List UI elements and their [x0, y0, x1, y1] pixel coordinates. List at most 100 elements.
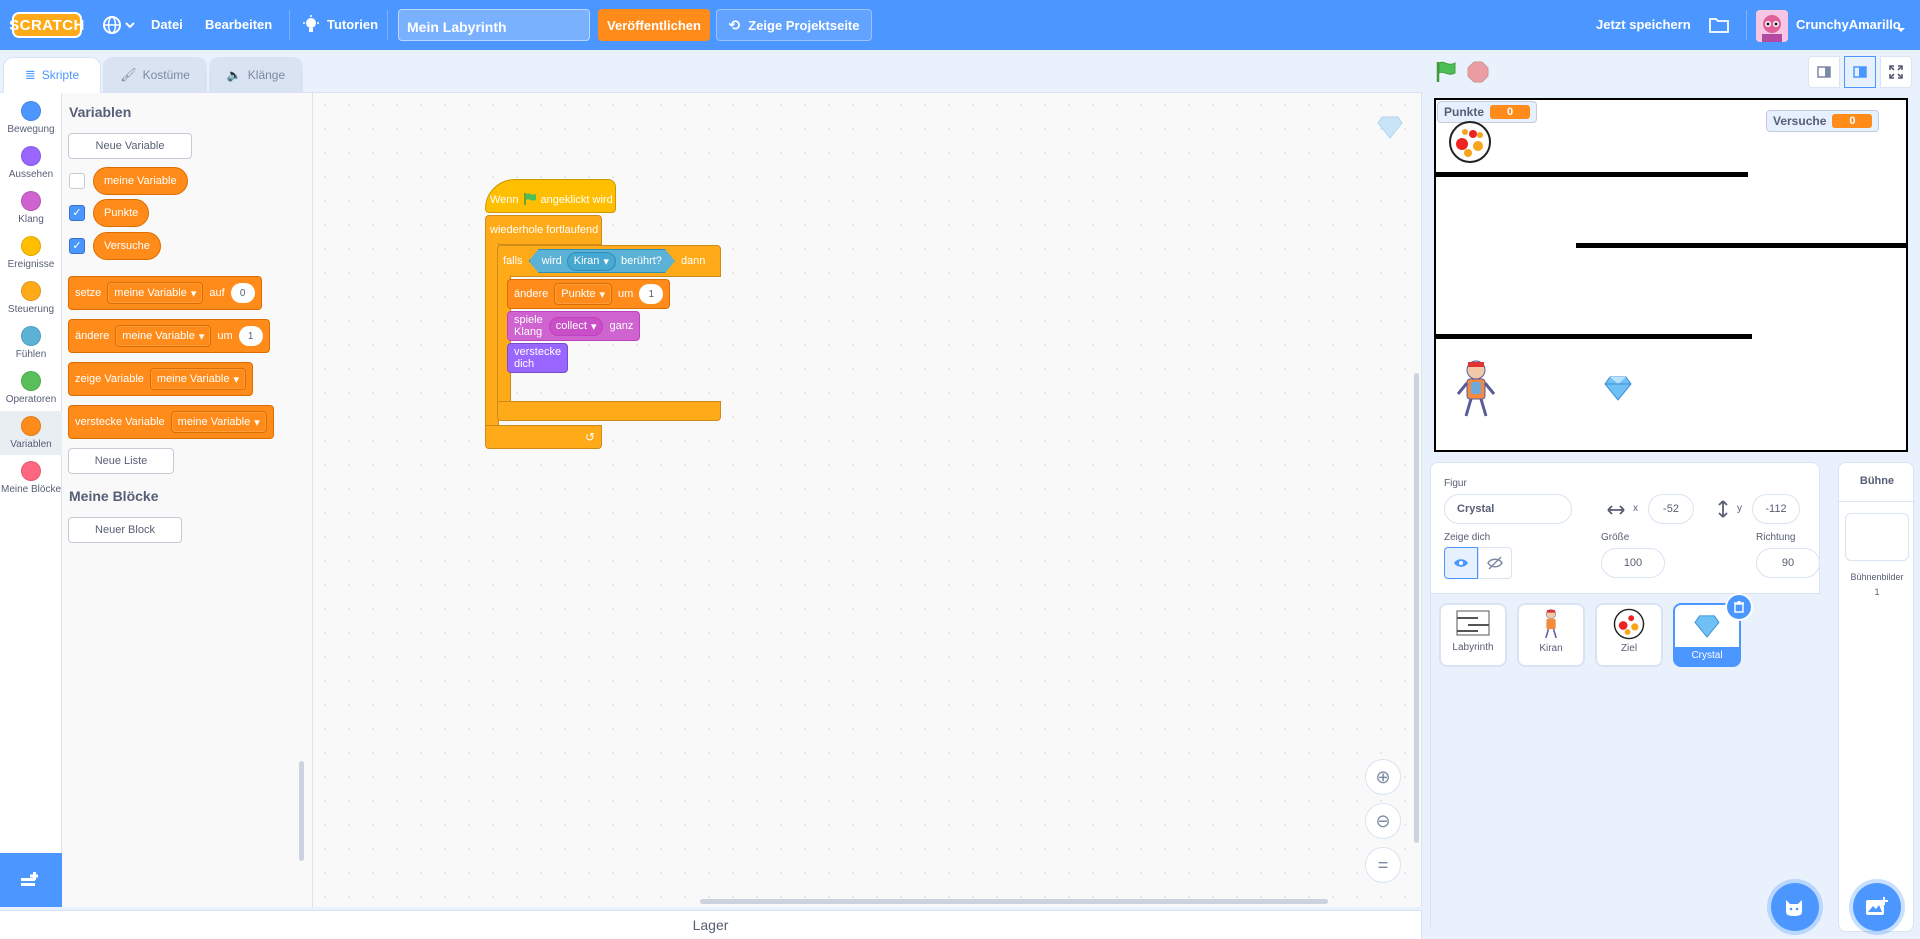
zoom-reset-button[interactable]: = [1365, 847, 1401, 883]
palette-scrollbar[interactable] [299, 761, 304, 861]
size-input[interactable]: 100 [1601, 548, 1665, 578]
save-now-link[interactable]: Jetzt speichern [1596, 17, 1691, 32]
reporter-meine-variable[interactable]: meine Variable [93, 167, 188, 195]
menu-edit[interactable]: Bearbeiten [205, 17, 272, 32]
block-change-variable[interactable]: ändere meine Variable ▾ um 1 [68, 319, 270, 353]
menu-divider [387, 10, 388, 40]
checkbox-versuche[interactable]: ✓ [69, 238, 85, 254]
fullscreen-icon[interactable] [1880, 56, 1912, 88]
show-sprite-button[interactable] [1444, 547, 1478, 579]
y-input[interactable]: -112 [1752, 494, 1800, 524]
stop-sign-icon[interactable] [1467, 61, 1489, 83]
stage-target-panel[interactable]: Bühne Bühnenbilder 1 [1838, 462, 1915, 932]
new-list-button[interactable]: Neue Liste [68, 448, 174, 474]
block-hide[interactable]: verstecke dich [507, 343, 569, 373]
category-operators[interactable]: Operatoren [0, 371, 62, 405]
large-stage-icon[interactable] [1844, 56, 1876, 88]
sprite-name-input[interactable]: Crystal [1444, 494, 1572, 524]
backpack-header[interactable]: Lager [0, 910, 1422, 939]
monitor-versuche[interactable]: Versuche 0 [1766, 110, 1880, 132]
chevron-down-icon[interactable] [1896, 21, 1906, 32]
block-touching[interactable]: wird Kiran ▾ berührt? [529, 249, 675, 273]
tab-costumes[interactable]: 🖌 Kostüme [103, 57, 207, 93]
block-show-variable[interactable]: zeige Variable meine Variable ▾ [68, 362, 253, 396]
reporter-versuche[interactable]: Versuche [93, 232, 161, 260]
delete-sprite-button[interactable] [1727, 595, 1751, 619]
green-flag-icon[interactable] [1434, 60, 1458, 84]
zoom-out-button[interactable]: ⊖ [1365, 803, 1401, 839]
language-globe-icon[interactable] [102, 14, 136, 36]
block-when-flag-clicked[interactable]: Wenn angeklickt wird [485, 179, 616, 213]
value-input[interactable]: 1 [639, 284, 664, 304]
choose-sprite-button[interactable] [1771, 883, 1819, 931]
category-color-dot [21, 146, 41, 166]
stage-thumbnail[interactable] [1845, 513, 1909, 561]
category-variables[interactable]: Variablen [0, 411, 62, 455]
x-input[interactable]: -52 [1648, 494, 1694, 524]
block-play-sound-until-done[interactable]: spiele Klang collect ▾ ganz [507, 311, 641, 341]
value-input[interactable]: 0 [230, 283, 255, 303]
category-control[interactable]: Steuerung [0, 281, 62, 315]
see-project-page-button[interactable]: ⟲ Zeige Projektseite [716, 9, 872, 41]
workspace-vertical-scrollbar[interactable] [1414, 373, 1419, 843]
variable-dropdown[interactable]: meine Variable ▾ [149, 368, 246, 390]
sprite-tile-ziel[interactable]: Ziel [1595, 603, 1663, 667]
block-hide-variable[interactable]: verstecke Variable meine Variable ▾ [68, 405, 274, 439]
monitor-value: 0 [1832, 114, 1873, 128]
sprite-tile-label: Labyrinth [1452, 642, 1494, 653]
sprite-kiran[interactable] [1454, 358, 1498, 420]
sprite-tile-labyrinth[interactable]: Labyrinth [1439, 603, 1507, 667]
project-title-input[interactable]: Mein Labyrinth [398, 9, 590, 41]
choose-backdrop-button[interactable] [1853, 883, 1901, 931]
zoom-in-button[interactable]: ⊕ [1365, 759, 1401, 795]
dropdown-value: meine Variable [114, 287, 187, 299]
category-sound[interactable]: Klang [0, 191, 62, 225]
my-stuff-folder-icon[interactable] [1709, 16, 1729, 34]
avatar[interactable] [1756, 10, 1788, 42]
category-sensing[interactable]: Fühlen [0, 326, 62, 360]
tutorials-lightbulb-icon[interactable] [301, 15, 321, 35]
caret-down-icon: ▾ [198, 330, 205, 343]
share-button[interactable]: Veröffentlichen [598, 9, 710, 41]
small-stage-icon[interactable] [1808, 56, 1840, 88]
tab-sounds[interactable]: 🔈 Klänge [209, 57, 303, 93]
username-menu[interactable]: CrunchyAmarillo [1796, 17, 1901, 32]
category-looks[interactable]: Aussehen [0, 146, 62, 180]
menu-tutorials[interactable]: Tutorien [327, 17, 378, 32]
add-extension-button[interactable] [0, 853, 62, 907]
block-forever[interactable]: wiederhole fortlaufend [485, 215, 602, 245]
category-label: Klang [18, 214, 44, 225]
tab-code[interactable]: ≣ Skripte [3, 57, 101, 93]
variable-dropdown[interactable]: Punkte ▾ [554, 283, 613, 305]
sprite-info-panel: Figur Crystal x -52 y -112 Zeige dich Gr… [1430, 462, 1821, 933]
category-my-blocks[interactable]: Meine Blöcke [0, 461, 62, 495]
menu-file[interactable]: Datei [151, 17, 183, 32]
category-motion[interactable]: Bewegung [0, 101, 62, 135]
new-variable-button[interactable]: Neue Variable [68, 133, 192, 159]
code-workspace[interactable]: Wenn angeklickt wird wiederhole fortlauf… [313, 92, 1422, 907]
touching-target-dropdown[interactable]: Kiran ▾ [567, 252, 616, 271]
checkbox-meine-variable[interactable] [69, 173, 85, 189]
direction-input[interactable]: 90 [1756, 548, 1820, 578]
category-events[interactable]: Ereignisse [0, 236, 62, 270]
sound-dropdown[interactable]: collect ▾ [548, 316, 604, 336]
hide-sprite-button[interactable] [1478, 547, 1512, 579]
stage-canvas[interactable]: Punkte 0 Versuche 0 [1434, 98, 1908, 452]
reporter-punkte[interactable]: Punkte [93, 199, 150, 227]
block-text: berührt? [620, 255, 662, 267]
scratch-logo[interactable]: SCRATCH [9, 12, 84, 38]
block-set-variable[interactable]: setze meine Variable ▾ auf 0 [68, 276, 262, 310]
new-block-button[interactable]: Neuer Block [68, 517, 182, 543]
block-change-punkte[interactable]: ändere Punkte ▾ um 1 [507, 279, 671, 309]
sprite-ziel[interactable] [1448, 120, 1492, 164]
variable-dropdown[interactable]: meine Variable ▾ [115, 325, 212, 347]
variable-dropdown[interactable]: meine Variable ▾ [170, 411, 267, 433]
code-blocks-icon: ≣ [24, 67, 36, 82]
variable-dropdown[interactable]: meine Variable ▾ [107, 282, 204, 304]
sprite-tile-kiran[interactable]: Kiran [1517, 603, 1585, 667]
value-input[interactable]: 1 [238, 326, 263, 346]
checkbox-punkte[interactable]: ✓ [69, 205, 85, 221]
block-if-then[interactable]: falls wird Kiran ▾ berührt? dann [497, 245, 721, 277]
workspace-horizontal-scrollbar[interactable] [700, 899, 1328, 904]
sprite-crystal[interactable] [1604, 375, 1632, 401]
